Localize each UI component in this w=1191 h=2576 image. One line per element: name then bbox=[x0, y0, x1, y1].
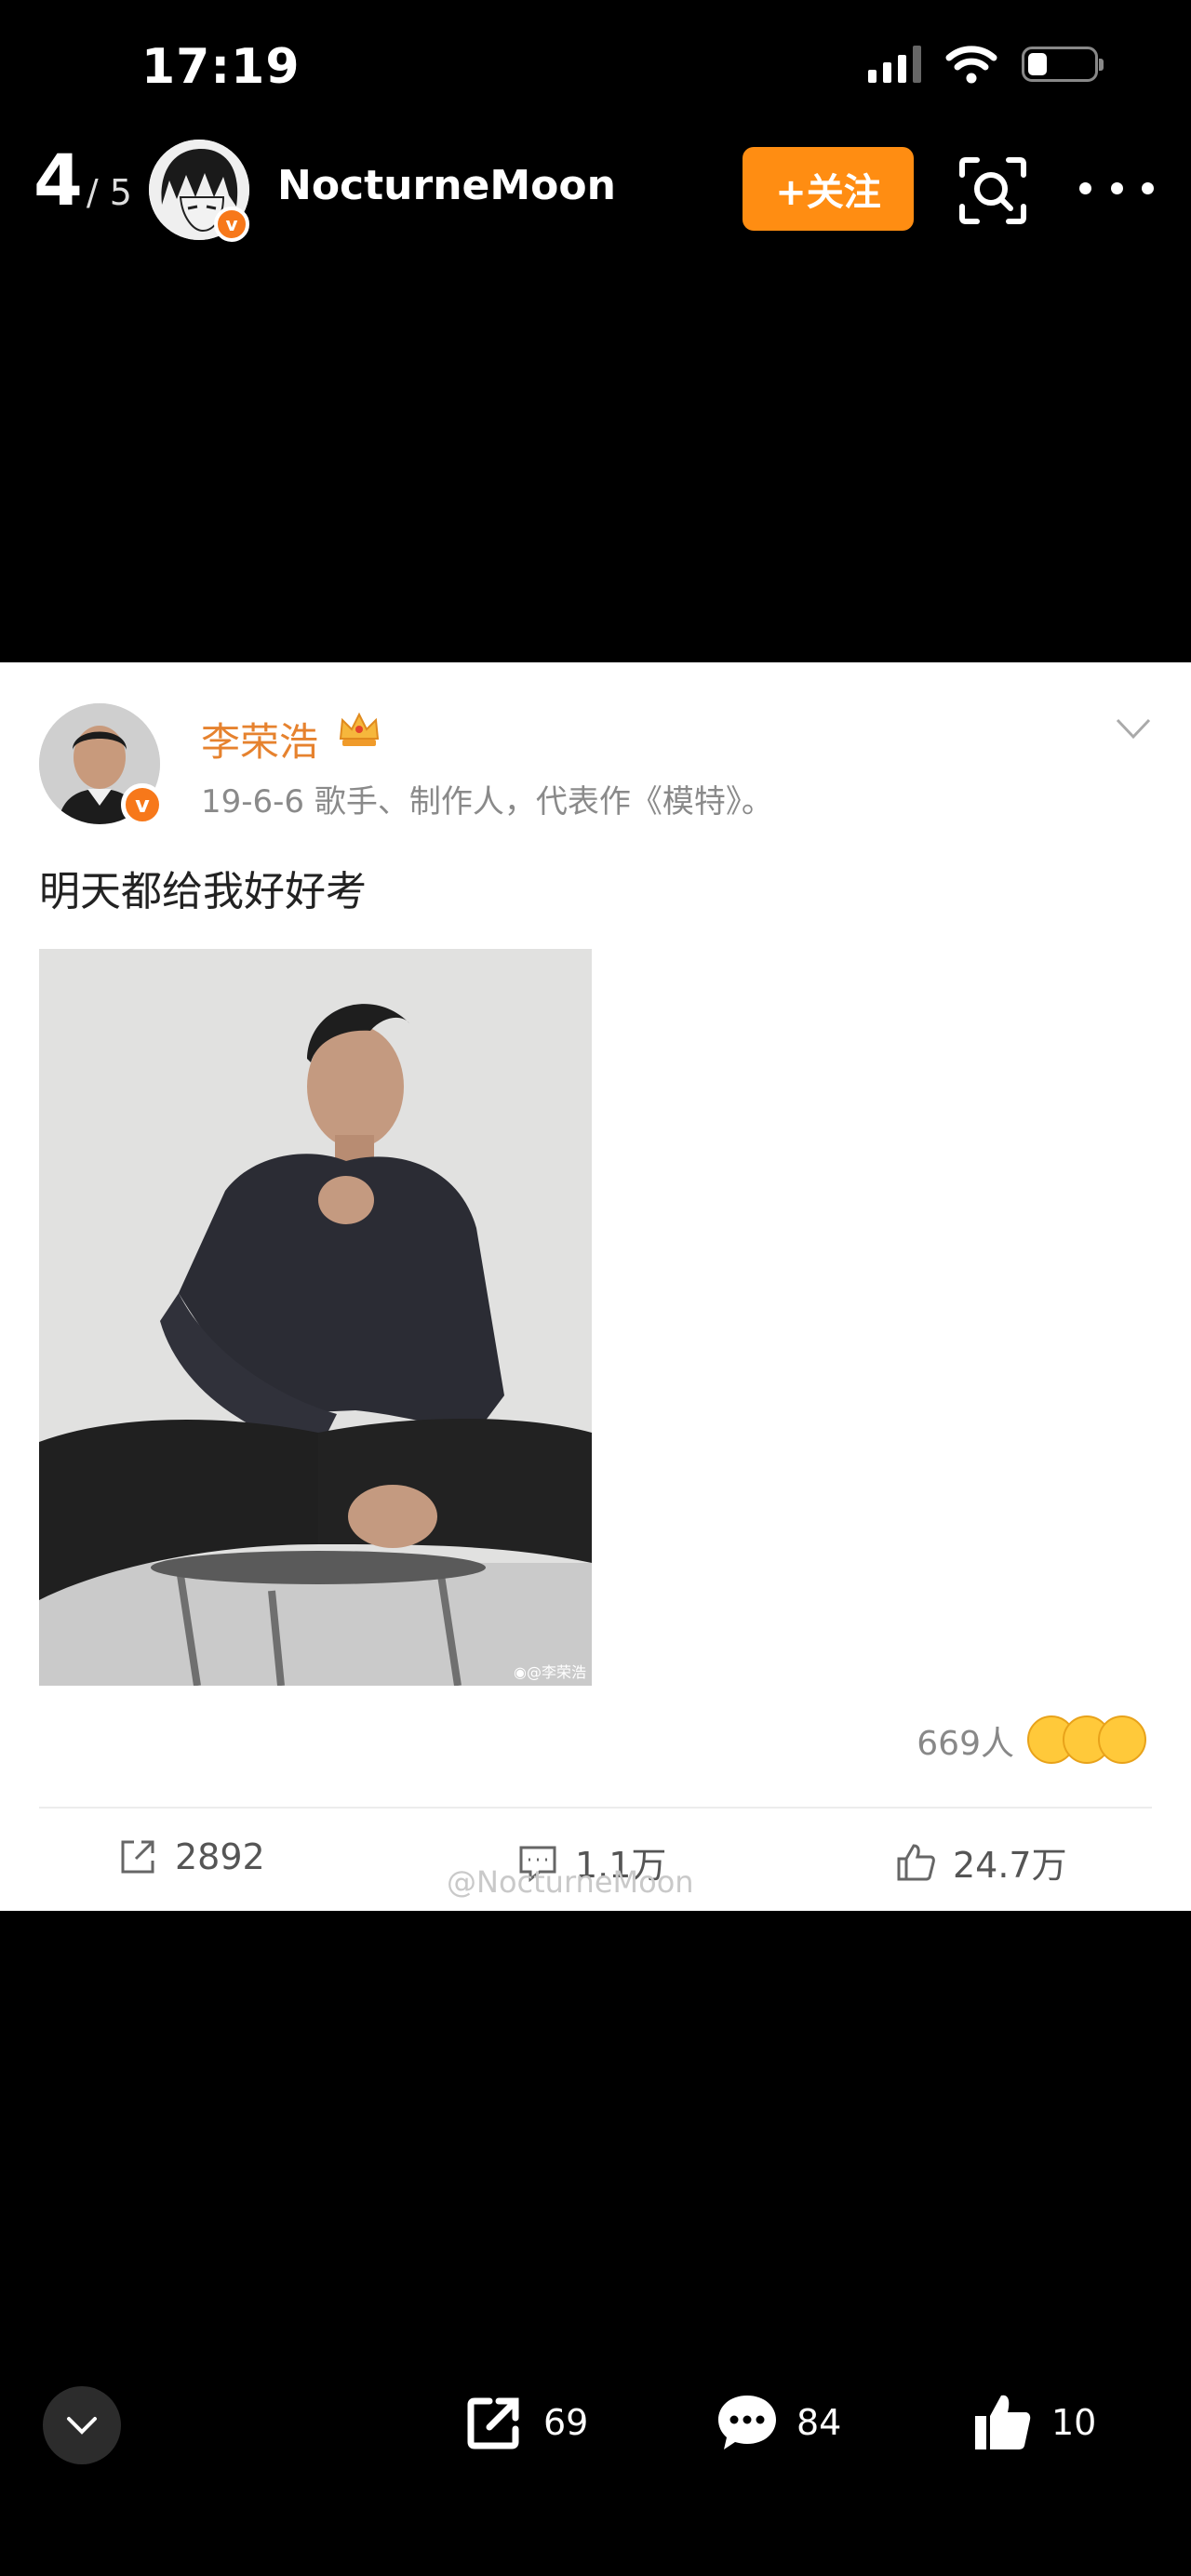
battery-icon bbox=[1022, 47, 1104, 82]
reaction-emojis bbox=[1027, 1715, 1148, 1766]
crown-icon bbox=[339, 712, 380, 746]
signal-icon bbox=[868, 46, 921, 83]
reactions[interactable]: 669人 bbox=[917, 1715, 1148, 1766]
comment-button[interactable]: 84 bbox=[715, 2390, 841, 2455]
collapse-button[interactable] bbox=[43, 2386, 121, 2464]
top-header: 4 / 5 v NocturneMoon +关注 bbox=[0, 140, 1191, 242]
chevron-down-icon[interactable] bbox=[1115, 716, 1152, 741]
post-like-button[interactable]: 24.7万 bbox=[895, 1836, 1067, 1888]
weibo-watermark: @NocturneMoon bbox=[447, 1864, 694, 1900]
comment-icon bbox=[718, 2396, 776, 2449]
post-text: 明天都给我好好考 bbox=[39, 868, 367, 915]
like-button[interactable]: 10 bbox=[970, 2390, 1096, 2455]
collapse-icon bbox=[67, 2417, 97, 2435]
more-icon[interactable] bbox=[1079, 177, 1154, 199]
scan-button[interactable] bbox=[958, 156, 1027, 225]
post-like-count: 24.7万 bbox=[953, 1845, 1067, 1886]
like-icon bbox=[975, 2395, 1031, 2449]
scan-icon bbox=[959, 157, 1026, 224]
post-card: v 李荣浩 19-6-6 歌手、制作人，代表作《模特》。 明天都给我好好考 ◉@… bbox=[0, 662, 1191, 1911]
image-watermark: ◉@李荣浩 bbox=[514, 1663, 586, 1681]
page-counter: 4 / 5 bbox=[33, 145, 132, 216]
share-button[interactable]: 69 bbox=[462, 2390, 588, 2455]
follow-button[interactable]: +关注 bbox=[743, 147, 914, 231]
comment-count: 84 bbox=[796, 2402, 842, 2443]
author-meta: 19-6-6 歌手、制作人，代表作《模特》。 bbox=[201, 783, 773, 821]
page-total: / 5 bbox=[86, 172, 132, 213]
share-count: 69 bbox=[543, 2402, 589, 2443]
page-current: 4 bbox=[33, 139, 83, 221]
post-image[interactable]: ◉@李荣浩 bbox=[39, 949, 592, 1686]
username[interactable]: NocturneMoon bbox=[277, 162, 616, 209]
wifi-icon bbox=[945, 46, 997, 84]
share-icon bbox=[467, 2397, 519, 2449]
status-time: 17:19 bbox=[141, 39, 301, 95]
bottom-bar: 69 84 10 bbox=[0, 2377, 1191, 2470]
like-icon bbox=[897, 1843, 935, 1880]
share-icon bbox=[121, 1840, 154, 1874]
status-bar: 17:19 bbox=[0, 0, 1191, 140]
divider bbox=[39, 1807, 1152, 1809]
status-icons bbox=[868, 45, 1104, 84]
verified-badge: v bbox=[214, 207, 249, 242]
like-count: 10 bbox=[1051, 2402, 1097, 2443]
author-name[interactable]: 李荣浩 bbox=[201, 711, 318, 767]
post-share-count: 2892 bbox=[175, 1836, 265, 1877]
author-verified-badge: v bbox=[121, 783, 164, 826]
post-share-button[interactable]: 2892 bbox=[117, 1836, 265, 1877]
reactions-count: 669人 bbox=[917, 1725, 1014, 1763]
